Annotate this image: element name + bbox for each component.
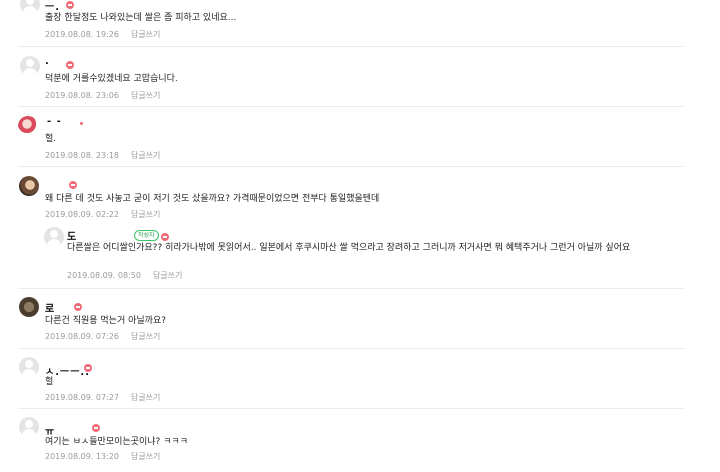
comment-text: 헐. [45, 134, 57, 144]
notification-badge-icon [84, 364, 92, 372]
reply-button[interactable]: 답글쓰기 [131, 91, 160, 100]
comment-meta: 2019.08.09. 07:26 답글쓰기 [45, 331, 160, 342]
avatar[interactable] [19, 297, 39, 317]
avatar[interactable] [20, 0, 40, 14]
comment-item: 로 다른건 직원용 먹는거 아닐까요? 2019.08.09. 07:26 답글쓰… [0, 289, 700, 347]
comment-meta: 2019.08.09. 07:27 답글쓰기 [45, 392, 160, 403]
comment-date: 2019.08.09. 07:27 [45, 393, 119, 402]
notification-badge-icon [69, 181, 77, 189]
reply-item: 도 작성자 다른쌀은 어디쌀인가요?? 히라가나밖에 못읽어서.. 일본에서 후… [0, 223, 700, 289]
comment-date: 2019.08.09. 07:26 [45, 332, 119, 341]
comment-date: 2019.08.08. 23:06 [45, 91, 119, 100]
comment-meta: 2019.08.08. 19:26 답글쓰기 [45, 29, 160, 40]
reply-button[interactable]: 답글쓰기 [131, 30, 160, 39]
notification-badge-icon [161, 233, 169, 241]
reply-button[interactable]: 답글쓰기 [131, 393, 160, 402]
notification-badge-icon [66, 61, 74, 69]
comment-item: ㅠ 여기는 ㅂㅅ들만모이는곳이냐? ㅋㅋㅋ 2019.08.09. 13:20 답… [0, 409, 700, 472]
comment-text: 여기는 ㅂㅅ들만모이는곳이냐? ㅋㅋㅋ [45, 437, 188, 447]
comment-item: 왜 다른 데 것도 사놓고 굳이 저기 것도 샀을까요? 가격때문이었으면 전부… [0, 167, 700, 223]
notification-badge-icon [92, 424, 100, 432]
reply-button[interactable]: 답글쓰기 [131, 332, 160, 341]
avatar[interactable] [18, 116, 38, 136]
comment-date: 2019.08.08. 23:18 [45, 151, 119, 160]
comment-date: 2019.08.09. 13:20 [45, 452, 119, 461]
comment-meta: 2019.08.09. 08:50 답글쓰기 [67, 270, 182, 281]
reply-button[interactable]: 답글쓰기 [131, 151, 160, 160]
comment-text: 다른쌀은 어디쌀인가요?? 히라가나밖에 못읽어서.. 일본에서 후쿠시마산 쌀… [67, 243, 631, 253]
comment-item: ㅡ. 출장 한달정도 나와있는데 쌀은 좀 피하고 있네요... 2019.08… [0, 0, 700, 44]
avatar[interactable] [20, 56, 40, 76]
comment-text: 덕분에 거를수있겠네요 고맙습니다. [45, 74, 178, 84]
comment-text: 다른건 직원용 먹는거 아닐까요? [45, 316, 167, 326]
comment-item: . 덕분에 거를수있겠네요 고맙습니다. 2019.08.08. 23:06 답글… [0, 47, 700, 107]
avatar[interactable] [19, 357, 39, 377]
comment-nickname[interactable]: 로 [45, 300, 55, 315]
comment-list: ㅡ. 출장 한달정도 나와있는데 쌀은 좀 피하고 있네요... 2019.08… [0, 0, 720, 472]
notification-badge-icon [80, 122, 86, 127]
writer-badge: 작성자 [134, 230, 159, 241]
notification-badge-icon [66, 1, 74, 9]
reply-button[interactable]: 답글쓰기 [153, 271, 182, 280]
avatar[interactable] [19, 176, 39, 196]
comment-text: 왜 다른 데 것도 사놓고 굳이 저기 것도 샀을까요? 가격때문이었으면 전부… [45, 194, 380, 204]
comment-date: 2019.08.08. 19:26 [45, 30, 119, 39]
avatar[interactable] [19, 417, 39, 437]
comment-nickname[interactable]: 도 [67, 228, 77, 243]
comment-nickname[interactable]: . [45, 56, 50, 67]
comment-meta: 2019.08.08. 23:18 답글쓰기 [45, 150, 160, 161]
comment-item: - - 헐. 2019.08.08. 23:18 답글쓰기 [0, 107, 700, 167]
notification-badge-icon [74, 303, 82, 311]
comment-text: 출장 한달정도 나와있는데 쌀은 좀 피하고 있네요... [45, 13, 237, 23]
comment-meta: 2019.08.08. 23:06 답글쓰기 [45, 90, 160, 101]
comment-meta: 2019.08.09. 02:22 답글쓰기 [45, 209, 160, 220]
comment-meta: 2019.08.09. 13:20 답글쓰기 [45, 451, 160, 462]
reply-button[interactable]: 답글쓰기 [131, 210, 160, 219]
comment-date: 2019.08.09. 08:50 [67, 271, 141, 280]
comment-date: 2019.08.09. 02:22 [45, 210, 119, 219]
reply-button[interactable]: 답글쓰기 [131, 452, 160, 461]
comment-item: ㅅ.ㅡㅡ.. 헐 2019.08.09. 07:27 답글쓰기 [0, 349, 700, 407]
avatar[interactable] [44, 227, 64, 247]
comment-text: 헐 [45, 377, 54, 387]
comment-nickname[interactable]: - - [47, 116, 62, 127]
